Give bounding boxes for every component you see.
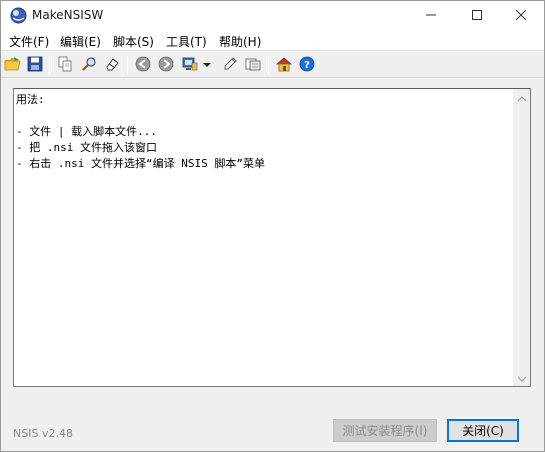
clear-log-button[interactable] [102, 55, 122, 75]
close-window-button[interactable] [498, 1, 544, 31]
app-icon [10, 7, 27, 24]
minimize-button[interactable] [408, 1, 454, 31]
forward-button[interactable] [156, 55, 176, 75]
test-installer-footer-button[interactable]: 测试安装程序(I) [333, 419, 437, 442]
minimize-icon [426, 9, 436, 23]
close-button[interactable]: 关闭(C) [447, 419, 519, 442]
toolbar-separator [49, 56, 50, 74]
browse-script-button[interactable] [243, 55, 263, 75]
test-installer-button[interactable] [180, 55, 200, 75]
window-title: MakeNSISW [32, 8, 104, 22]
test-installer-dropdown[interactable] [201, 55, 213, 75]
toolbar: ? [1, 52, 544, 78]
edit-script-button[interactable] [220, 55, 240, 75]
copy-button[interactable] [55, 55, 75, 75]
browse-icon [245, 56, 261, 75]
find-icon [81, 56, 97, 75]
vertical-scrollbar[interactable] [513, 89, 530, 386]
version-label: NSIS v2.48 [13, 427, 73, 440]
menu-help[interactable]: 帮助(H) [219, 33, 261, 50]
scroll-up-button[interactable] [513, 89, 530, 106]
dropdown-arrow-icon [203, 58, 211, 72]
copy-icon [57, 56, 73, 75]
menu-tools[interactable]: 工具(T) [166, 33, 207, 50]
chevron-up-icon [517, 91, 526, 105]
help-button[interactable]: ? [297, 55, 317, 75]
edit-script-icon [222, 56, 238, 75]
nsis-home-button[interactable] [274, 55, 294, 75]
back-icon [135, 56, 151, 75]
back-button[interactable] [133, 55, 153, 75]
output-log[interactable]: 用法: - 文件 | 载入脚本文件... - 把 .nsi 文件拖入该窗口 - … [13, 88, 531, 387]
menu-file[interactable]: 文件(F) [9, 33, 49, 50]
forward-icon [158, 56, 174, 75]
load-script-button[interactable] [3, 55, 23, 75]
close-icon [515, 9, 527, 23]
load-script-icon [4, 56, 22, 75]
chevron-down-icon [517, 371, 526, 385]
test-installer-icon [182, 56, 198, 75]
title-bar[interactable]: MakeNSISW [1, 1, 544, 31]
app-window: MakeNSISW 文件(F) 编辑(E) 脚本(S) 工具(T) 帮助(H) [0, 0, 545, 452]
menu-script[interactable]: 脚本(S) [113, 33, 154, 50]
usage-text: 用法: - 文件 | 载入脚本文件... - 把 .nsi 文件拖入该窗口 - … [16, 93, 265, 170]
menu-bar: 文件(F) 编辑(E) 脚本(S) 工具(T) 帮助(H) [1, 31, 544, 51]
find-button[interactable] [79, 55, 99, 75]
save-button[interactable] [25, 55, 45, 75]
toolbar-separator [268, 56, 269, 74]
scroll-down-button[interactable] [513, 369, 530, 386]
svg-text:?: ? [304, 60, 310, 71]
toolbar-separator [127, 56, 128, 74]
nsis-home-icon [275, 56, 293, 75]
menu-edit[interactable]: 编辑(E) [60, 33, 101, 50]
maximize-button[interactable] [454, 1, 500, 31]
maximize-icon [472, 9, 482, 23]
save-icon [27, 56, 43, 75]
help-icon: ? [299, 56, 315, 75]
clear-icon [104, 56, 120, 75]
